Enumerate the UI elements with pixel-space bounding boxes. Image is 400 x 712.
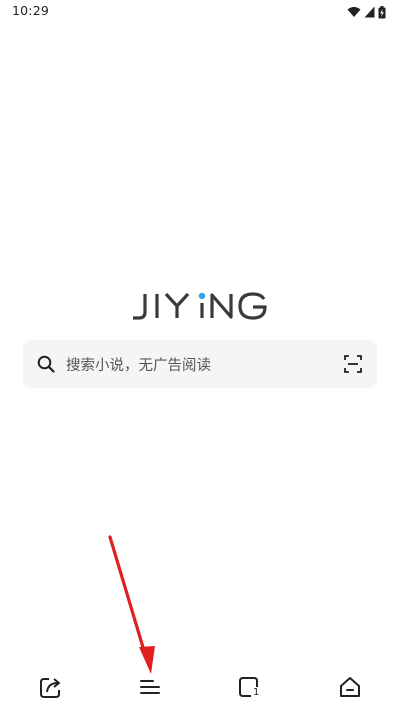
menu-icon[interactable] bbox=[137, 674, 163, 700]
status-bar: 10:29 bbox=[0, 0, 400, 24]
status-time: 10:29 bbox=[12, 3, 50, 18]
search-input[interactable]: 搜索小说，无广告阅读 bbox=[66, 354, 211, 375]
battery-charging-icon bbox=[378, 5, 386, 18]
bottom-navigation: 1 bbox=[0, 660, 400, 712]
search-icon bbox=[37, 355, 55, 373]
tabs-count-badge: 1 bbox=[253, 687, 260, 698]
status-icons bbox=[347, 5, 386, 19]
logo-wordmark bbox=[133, 292, 267, 320]
share-export-icon[interactable] bbox=[38, 674, 64, 700]
home-icon[interactable] bbox=[337, 674, 363, 700]
cellular-signal-icon bbox=[364, 6, 375, 18]
scan-icon[interactable] bbox=[344, 355, 362, 373]
search-bar[interactable]: 搜索小说，无广告阅读 bbox=[23, 340, 377, 388]
wifi-icon bbox=[347, 7, 361, 17]
